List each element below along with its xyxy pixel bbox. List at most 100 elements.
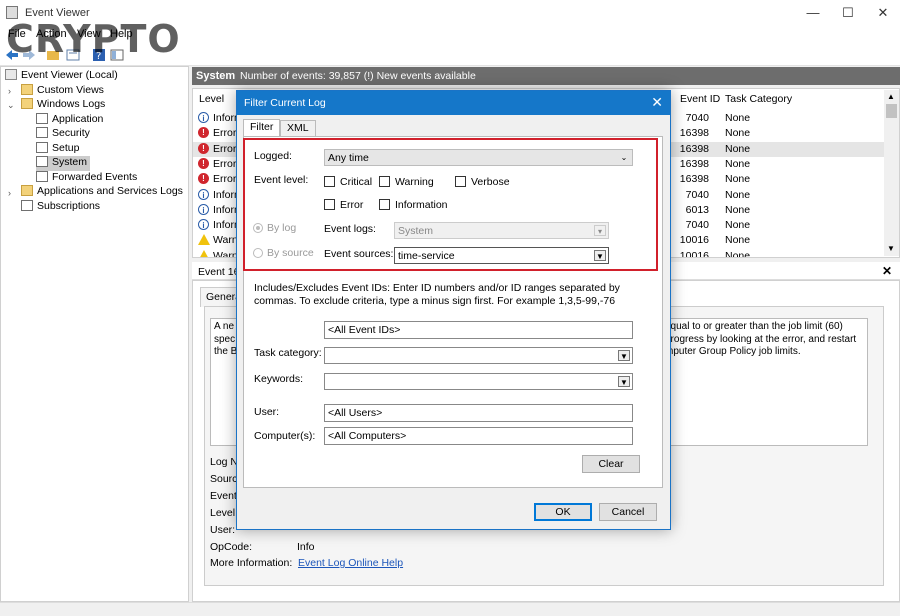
info-icon: i <box>198 112 209 123</box>
tree-item-subscriptions[interactable]: Subscriptions <box>21 200 100 215</box>
minimize-button[interactable]: — <box>796 0 830 25</box>
level-cell: Error <box>213 127 237 140</box>
level-cell: Warn <box>213 249 238 258</box>
error-icon: ! <box>198 173 209 185</box>
tab-xml[interactable]: XML <box>280 120 316 136</box>
detail-title: Event 16 <box>198 266 240 278</box>
tree-item-windows-logs[interactable]: Windows Logs <box>21 98 105 113</box>
error-icon: ! <box>198 127 209 139</box>
log-icon <box>36 142 48 153</box>
maximize-button[interactable]: ☐ <box>831 0 865 25</box>
desc-right-line: equal to or greater than the job limit (… <box>665 321 843 332</box>
scroll-thumb[interactable] <box>886 104 897 118</box>
event-count: Number of events: 39,857 (!) New events … <box>240 70 476 82</box>
dialog-close-icon[interactable]: ✕ <box>651 94 663 111</box>
warning-icon <box>198 249 210 257</box>
desc-right-line: mputer Group Policy job limits. <box>665 346 801 357</box>
error-icon: ! <box>198 157 209 169</box>
desc-left-line: the B <box>214 346 238 357</box>
dialog-title-bar: Filter Current Log ✕ <box>237 91 670 115</box>
folder-icon <box>21 185 33 196</box>
task-category-cell: None <box>725 188 751 201</box>
task-category-cell: None <box>725 203 751 216</box>
column-header-event-id[interactable]: Event ID <box>680 93 720 105</box>
folder-icon <box>21 98 33 109</box>
column-header-task-category[interactable]: Task Category <box>725 93 792 105</box>
task-category-cell: None <box>725 249 751 258</box>
cancel-button[interactable]: Cancel <box>599 503 657 521</box>
scroll-up-icon[interactable]: ▲ <box>887 92 895 101</box>
tree-item-setup[interactable]: Setup <box>36 142 79 157</box>
tree-root[interactable]: Event Viewer (Local) <box>5 69 118 84</box>
log-icon <box>36 171 48 182</box>
task-category-cell: None <box>725 127 751 140</box>
task-category-cell: None <box>725 112 751 124</box>
event-ids-input[interactable]: <All Event IDs> <box>324 321 633 339</box>
chevron-down-icon: ▼ <box>618 376 630 387</box>
tree-item-application[interactable]: Application <box>36 113 103 128</box>
scroll-down-icon[interactable]: ▼ <box>887 244 895 253</box>
event-ids-help-text: Includes/Excludes Event IDs: Enter ID nu… <box>254 282 620 307</box>
event-viewer-icon <box>5 69 17 80</box>
highlight-box <box>243 138 658 271</box>
close-icon[interactable]: ✕ <box>882 264 892 278</box>
log-icon <box>36 113 48 124</box>
computers-label: Computer(s): <box>254 430 316 442</box>
task-category-cell: None <box>725 234 751 247</box>
chevron-right-icon[interactable]: › <box>8 188 11 198</box>
clear-button[interactable]: Clear <box>582 455 640 473</box>
keywords-dropdown[interactable]: ▼ <box>324 373 633 390</box>
info-icon: i <box>198 203 209 215</box>
user-label: User: <box>254 406 280 418</box>
task-category-cell: None <box>725 142 751 155</box>
chevron-down-icon: ▼ <box>618 350 630 361</box>
desc-left-line: A ne <box>214 321 235 332</box>
log-icon <box>36 156 48 167</box>
desc-left-line: spec <box>214 333 236 345</box>
tab-general[interactable]: Genera <box>200 287 241 307</box>
task-category-cell: None <box>725 173 751 186</box>
grid-scrollbar[interactable]: ▲ ▼ <box>884 90 899 256</box>
tree-item-custom-views[interactable]: Custom Views <box>21 84 104 99</box>
column-header-level[interactable]: Level <box>199 93 224 105</box>
prop-log-name-label: Log N <box>210 456 239 468</box>
chevron-down-icon[interactable]: ⌄ <box>7 100 15 111</box>
navigation-tree: Event Viewer (Local) › Custom Views ⌄ Wi… <box>0 66 189 602</box>
folder-icon <box>21 84 33 95</box>
chevron-right-icon[interactable]: › <box>8 86 11 96</box>
tree-item-forwarded-events[interactable]: Forwarded Events <box>36 171 137 186</box>
prop-more-info-label: More Information: <box>210 557 293 569</box>
info-icon: i <box>198 188 209 200</box>
prop-level-label: Level: <box>210 507 239 519</box>
prop-opcode-label: OpCode: <box>210 541 253 553</box>
keywords-label: Keywords: <box>254 373 304 385</box>
desc-right-line: progress by looking at the error, and re… <box>665 333 857 345</box>
task-category-cell: None <box>725 219 751 232</box>
status-bar <box>0 602 900 616</box>
task-category-cell: None <box>725 157 751 170</box>
close-button[interactable]: ✕ <box>866 0 900 25</box>
warning-icon <box>198 234 210 246</box>
log-header-bar: System Number of events: 39,857 (!) New … <box>192 67 900 85</box>
level-cell: Error <box>213 142 237 155</box>
error-icon: ! <box>198 142 209 154</box>
prop-user-label: User: <box>210 524 236 536</box>
tree-item-security[interactable]: Security <box>36 127 90 142</box>
prop-event-id-label: Event <box>210 490 237 502</box>
info-icon: i <box>198 219 209 231</box>
prop-source-label: Sourc <box>210 473 238 485</box>
tree-item-app-services-logs[interactable]: Applications and Services Logs <box>21 185 183 200</box>
task-category-dropdown[interactable]: ▼ <box>324 347 633 364</box>
prop-opcode-value: Info <box>297 541 315 553</box>
ok-button[interactable]: OK <box>534 503 592 521</box>
online-help-link[interactable]: Event Log Online Help <box>298 557 403 569</box>
watermark-logo: CRYPTO <box>6 17 181 61</box>
user-input[interactable]: <All Users> <box>324 404 633 422</box>
tab-filter[interactable]: Filter <box>243 119 281 137</box>
dialog-title: Filter Current Log <box>244 97 326 109</box>
log-name: System <box>196 70 236 82</box>
tree-item-system[interactable]: System <box>36 156 91 171</box>
task-category-label: Task category: <box>254 347 322 359</box>
log-icon <box>36 127 48 138</box>
computers-input[interactable]: <All Computers> <box>324 427 633 445</box>
